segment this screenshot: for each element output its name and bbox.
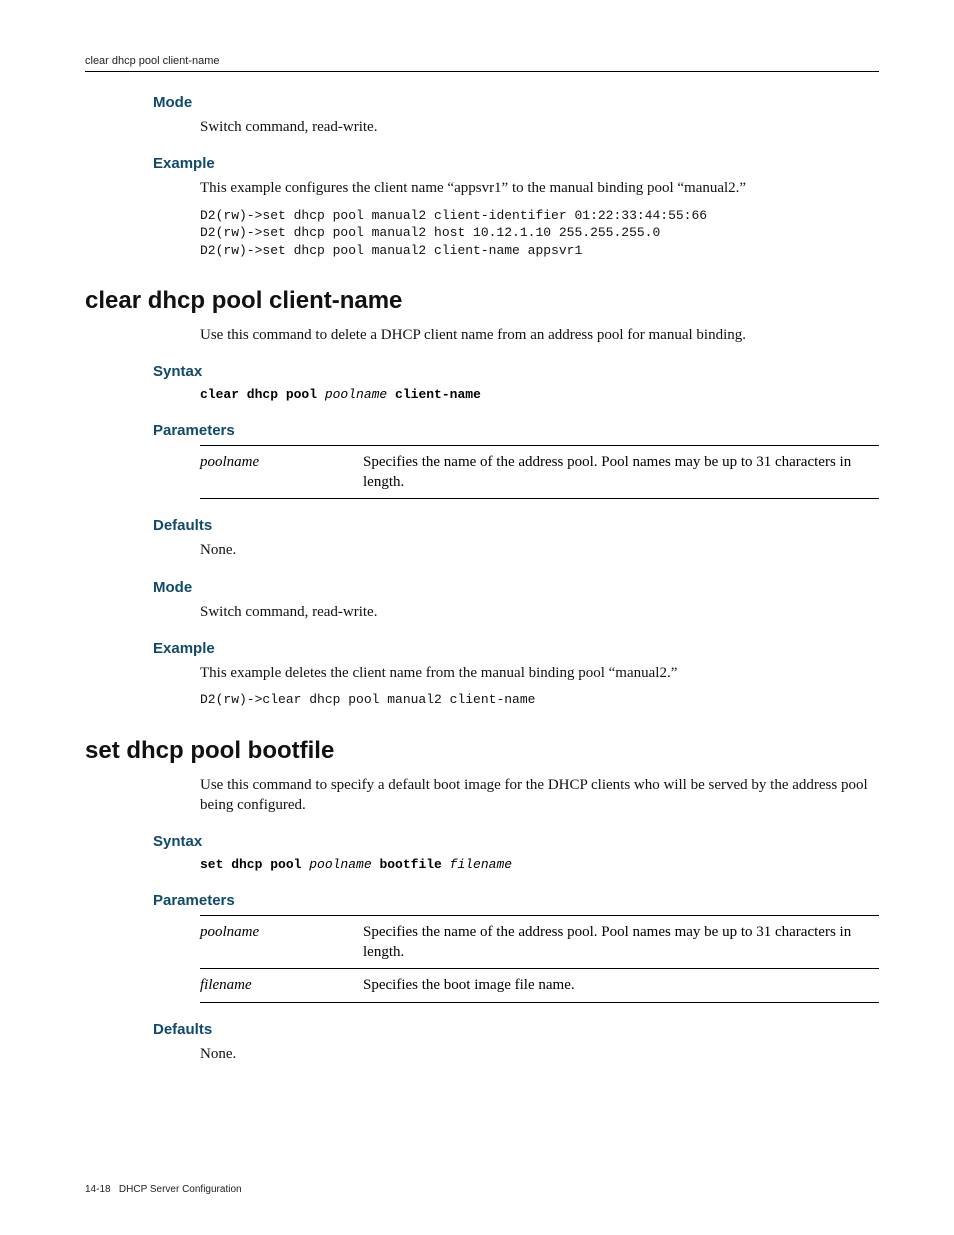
command-intro: Use this command to specify a default bo… xyxy=(200,775,879,816)
heading-syntax: Syntax xyxy=(153,833,879,850)
syntax-line: clear dhcp pool poolname client-name xyxy=(200,386,879,404)
syntax-var: poolname xyxy=(325,387,387,402)
heading-mode: Mode xyxy=(153,579,879,596)
param-name: poolname xyxy=(200,915,363,969)
page-footer: 14-18 DHCP Server Configuration xyxy=(85,1184,242,1195)
command-intro: Use this command to delete a DHCP client… xyxy=(200,325,879,345)
param-desc: Specifies the name of the address pool. … xyxy=(363,915,879,969)
example-text: This example deletes the client name fro… xyxy=(200,663,879,683)
table-row: poolname Specifies the name of the addre… xyxy=(200,915,879,969)
syntax-var: filename xyxy=(450,857,512,872)
table-row: poolname Specifies the name of the addre… xyxy=(200,445,879,499)
heading-defaults: Defaults xyxy=(153,1021,879,1038)
parameters-table: poolname Specifies the name of the addre… xyxy=(200,445,879,500)
page-number: 14-18 xyxy=(85,1184,111,1195)
page: clear dhcp pool client-name Mode Switch … xyxy=(0,0,954,1235)
syntax-kw: client-name xyxy=(387,387,481,402)
mode-text: Switch command, read-write. xyxy=(200,602,879,622)
syntax-kw: set dhcp pool xyxy=(200,857,309,872)
heading-example: Example xyxy=(153,640,879,657)
heading-parameters: Parameters xyxy=(153,892,879,909)
heading-syntax: Syntax xyxy=(153,363,879,380)
example-code: D2(rw)->set dhcp pool manual2 client-ide… xyxy=(200,207,879,260)
param-desc: Specifies the name of the address pool. … xyxy=(363,445,879,499)
syntax-kw: bootfile xyxy=(372,857,450,872)
command-title: set dhcp pool bootfile xyxy=(85,737,879,765)
heading-parameters: Parameters xyxy=(153,422,879,439)
syntax-kw: clear dhcp pool xyxy=(200,387,325,402)
heading-defaults: Defaults xyxy=(153,517,879,534)
heading-example: Example xyxy=(153,155,879,172)
mode-text: Switch command, read-write. xyxy=(200,117,879,137)
parameters-table: poolname Specifies the name of the addre… xyxy=(200,915,879,1003)
chapter-name: DHCP Server Configuration xyxy=(119,1184,242,1195)
defaults-text: None. xyxy=(200,1044,879,1064)
running-head: clear dhcp pool client-name xyxy=(85,55,879,72)
param-name: poolname xyxy=(200,445,363,499)
command-title: clear dhcp pool client-name xyxy=(85,287,879,315)
heading-mode: Mode xyxy=(153,94,879,111)
example-text: This example configures the client name … xyxy=(200,178,879,198)
param-desc: Specifies the boot image file name. xyxy=(363,969,879,1002)
param-name: filename xyxy=(200,969,363,1002)
example-code: D2(rw)->clear dhcp pool manual2 client-n… xyxy=(200,691,879,709)
table-row: filename Specifies the boot image file n… xyxy=(200,969,879,1002)
syntax-line: set dhcp pool poolname bootfile filename xyxy=(200,856,879,874)
defaults-text: None. xyxy=(200,540,879,560)
syntax-var: poolname xyxy=(309,857,371,872)
